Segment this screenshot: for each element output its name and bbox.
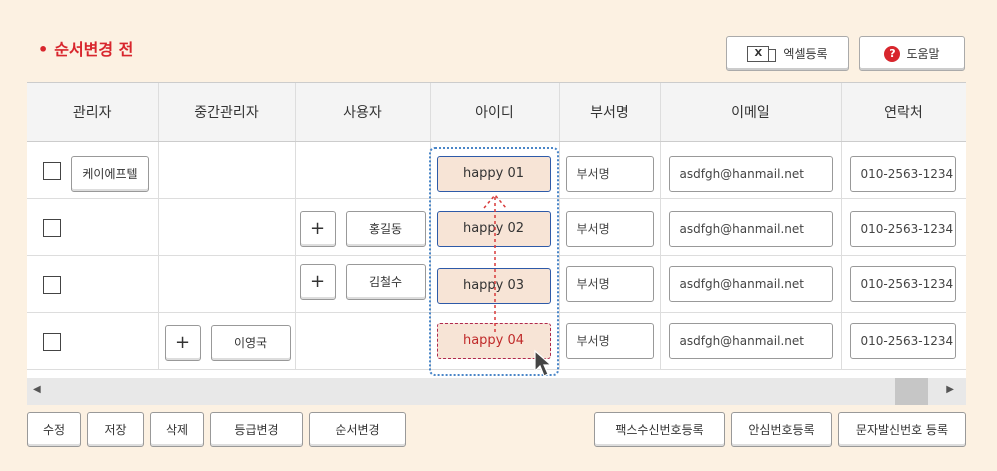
save-button[interactable]: 저장	[87, 412, 144, 447]
id-field[interactable]: happy 02	[436, 210, 551, 247]
col-header-mid-manager: 중간관리자	[158, 83, 296, 142]
cell-user	[295, 312, 431, 370]
cell-phone: 010-2563-1234	[841, 141, 966, 199]
id-field[interactable]: happy 01	[436, 155, 551, 192]
cell-manager	[27, 312, 159, 370]
cell-user: + 홍길동	[295, 198, 431, 256]
user-table: 관리자 중간관리자 사용자 아이디 부서명 이메일 연락처 케이에프텔 happ…	[27, 83, 966, 370]
cell-email: asdfgh@hanmail.net	[660, 141, 842, 199]
safe-number-register-button[interactable]: 안심번호등록	[731, 412, 832, 447]
col-header-manager: 관리자	[27, 83, 159, 142]
excel-register-label: 엑셀등록	[783, 47, 828, 61]
user-grid: 관리자 중간관리자 사용자 아이디 부서명 이메일 연락처 케이에프텔 happ…	[27, 82, 966, 378]
excel-register-button[interactable]: X 엑셀등록	[726, 36, 849, 71]
email-field[interactable]: asdfgh@hanmail.net	[668, 322, 833, 359]
excel-icon: X	[747, 45, 777, 62]
cell-dept: 부서명	[559, 312, 661, 370]
dept-field[interactable]: 부서명	[565, 210, 654, 247]
cell-mid-manager: + 이영국	[158, 312, 296, 370]
scroll-left-icon[interactable]: ◀	[33, 384, 41, 395]
phone-field[interactable]: 010-2563-1234	[849, 210, 956, 247]
sms-sender-register-button[interactable]: 문자발신번호 등록	[838, 412, 966, 447]
edit-button[interactable]: 수정	[27, 412, 81, 447]
cell-user: + 김철수	[295, 255, 431, 313]
delete-button[interactable]: 삭제	[150, 412, 204, 447]
scroll-right-icon[interactable]: ▶	[946, 384, 954, 395]
dept-field[interactable]: 부서명	[565, 322, 654, 359]
cell-id: happy 01	[430, 141, 560, 199]
manager-button[interactable]: 케이에프텔	[71, 155, 149, 192]
help-label: 도움말	[906, 47, 940, 61]
phone-field[interactable]: 010-2563-1234	[849, 155, 956, 192]
add-user-button[interactable]: +	[299, 210, 336, 247]
table-header-row: 관리자 중간관리자 사용자 아이디 부서명 이메일 연락처	[27, 83, 966, 142]
cell-phone: 010-2563-1234	[841, 255, 966, 313]
col-header-email: 이메일	[660, 83, 842, 142]
grade-change-button[interactable]: 등급변경	[210, 412, 303, 447]
email-field[interactable]: asdfgh@hanmail.net	[668, 265, 833, 302]
cell-email: asdfgh@hanmail.net	[660, 312, 842, 370]
table-row: 케이에프텔 happy 01 부서명 asdfgh@hanmail.net 01…	[27, 141, 966, 199]
cell-email: asdfgh@hanmail.net	[660, 255, 842, 313]
phone-field[interactable]: 010-2563-1234	[849, 322, 956, 359]
cell-dept: 부서명	[559, 198, 661, 256]
cell-email: asdfgh@hanmail.net	[660, 198, 842, 256]
col-header-user: 사용자	[295, 83, 431, 142]
col-header-dept: 부서명	[559, 83, 661, 142]
cell-user	[295, 141, 431, 199]
help-icon: ?	[884, 45, 901, 62]
row-checkbox[interactable]	[43, 332, 61, 351]
col-header-phone: 연락처	[841, 83, 966, 142]
cell-phone: 010-2563-1234	[841, 198, 966, 256]
user-button[interactable]: 김철수	[345, 263, 426, 300]
phone-field[interactable]: 010-2563-1234	[849, 265, 956, 302]
cell-mid-manager	[158, 198, 296, 256]
page-title: • 순서변경 전	[38, 36, 133, 60]
table-row: + 홍길동 happy 02 부서명 asdfgh@hanmail.net 01…	[27, 198, 966, 256]
add-user-button[interactable]: +	[299, 263, 336, 300]
table-row: + 이영국 happy 04 부서명 asdfgh@hanmail.net 01…	[27, 312, 966, 370]
cell-manager	[27, 255, 159, 313]
table-row: + 김철수 happy 03 부서명 asdfgh@hanmail.net 01…	[27, 255, 966, 313]
cell-manager	[27, 198, 159, 256]
row-checkbox[interactable]	[43, 161, 61, 180]
add-mid-manager-button[interactable]: +	[164, 324, 201, 361]
cell-mid-manager	[158, 141, 296, 199]
id-field[interactable]: happy 03	[436, 267, 551, 304]
horizontal-scrollbar[interactable]: ◀ ▶	[27, 378, 966, 405]
col-header-id: 아이디	[430, 83, 560, 142]
row-checkbox[interactable]	[43, 275, 61, 294]
user-button[interactable]: 홍길동	[345, 210, 426, 247]
scroll-thumb[interactable]	[895, 378, 928, 405]
cell-id: happy 04	[430, 312, 560, 370]
cell-phone: 010-2563-1234	[841, 312, 966, 370]
cell-id: happy 03	[430, 255, 560, 313]
cell-dept: 부서명	[559, 141, 661, 199]
title-text: 순서변경 전	[54, 40, 134, 59]
order-change-button[interactable]: 순서변경	[309, 412, 406, 447]
id-field-dragging[interactable]: happy 04	[436, 322, 551, 359]
dept-field[interactable]: 부서명	[565, 155, 654, 192]
dept-field[interactable]: 부서명	[565, 265, 654, 302]
email-field[interactable]: asdfgh@hanmail.net	[668, 210, 833, 247]
cell-mid-manager	[158, 255, 296, 313]
email-field[interactable]: asdfgh@hanmail.net	[668, 155, 833, 192]
title-bullet: •	[38, 40, 49, 59]
cell-dept: 부서명	[559, 255, 661, 313]
row-checkbox[interactable]	[43, 218, 61, 237]
help-button[interactable]: ? 도움말	[859, 36, 965, 71]
cell-id: happy 02	[430, 198, 560, 256]
mid-manager-button[interactable]: 이영국	[210, 324, 291, 361]
fax-number-register-button[interactable]: 팩스수신번호등록	[594, 412, 725, 447]
cell-manager: 케이에프텔	[27, 141, 159, 199]
